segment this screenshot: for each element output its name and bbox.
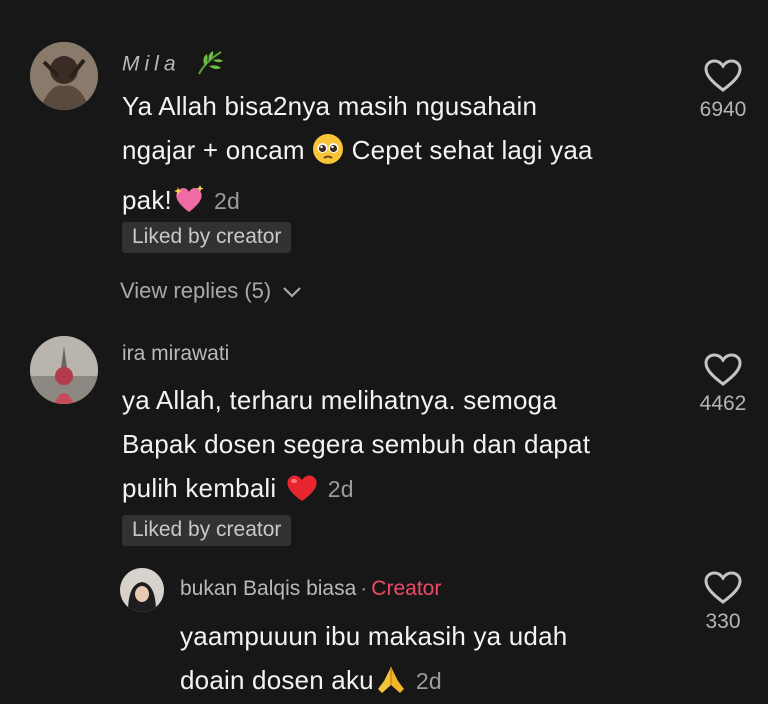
heart-outline-icon [704,353,742,386]
like-count: 330 [705,610,741,633]
leaf-icon [195,48,225,82]
avatar[interactable] [30,42,98,110]
heart-outline-icon [704,571,742,604]
like-button[interactable]: 4462 [683,352,763,416]
heart-outline-icon [704,59,742,92]
reply-username[interactable]: bukan Balqis biasa · Creator [180,577,441,601]
comment-timestamp: 2d [327,476,354,502]
like-count: 6940 [699,98,747,121]
comment-timestamp: 2d [213,188,240,214]
like-button[interactable]: 6940 [683,58,763,122]
comment-username[interactable]: ira mirawati [122,342,229,366]
comment-text: ya Allah, terharu melihatnya. semoga Bap… [122,378,682,516]
comment-text: Ya Allah bisa2nya masih ngusahain ngajar… [122,84,682,228]
chevron-down-icon [283,287,302,298]
comments-panel: Mila Ya Allah bisa2nya masih ngusahain n… [0,0,768,704]
red-heart-emoji-icon [284,471,320,516]
pleading-face-emoji-icon [312,133,344,178]
view-replies-button[interactable]: View replies (5) [120,278,303,304]
comment-username[interactable]: Mila [122,48,225,82]
avatar[interactable] [30,336,98,404]
folded-hands-emoji-icon [374,663,408,704]
liked-by-creator-badge: Liked by creator [122,222,292,253]
like-count: 4462 [699,392,747,415]
creator-label: Creator [371,577,442,600]
reply-timestamp: 2d [415,668,442,694]
avatar[interactable] [120,568,164,612]
like-button[interactable]: 330 [683,570,763,634]
liked-by-creator-badge: Liked by creator [122,515,292,546]
reply-text: yaampuuun ibu makasih ya udah doain dose… [180,614,680,704]
